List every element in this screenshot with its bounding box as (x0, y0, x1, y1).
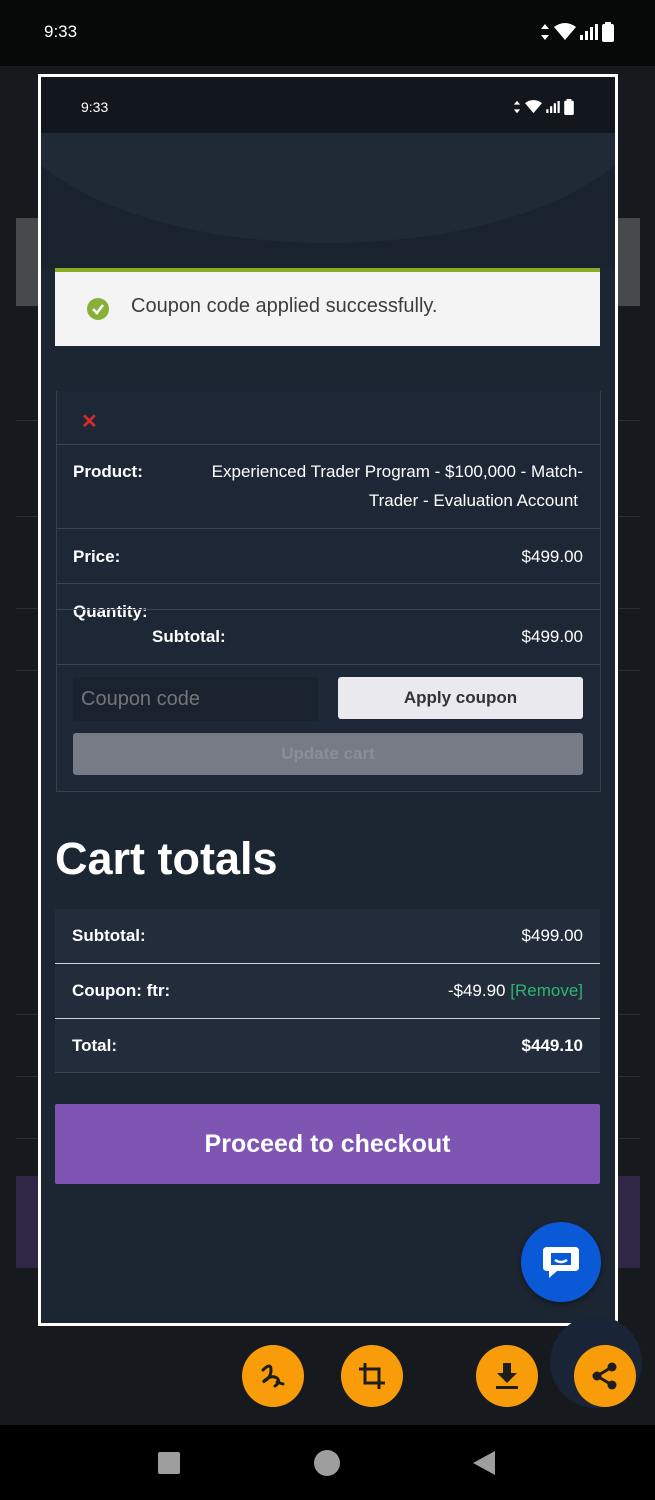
subtotal-value: $499.00 (521, 627, 583, 646)
row-divider (57, 609, 600, 610)
recents-icon[interactable] (158, 1452, 180, 1474)
cart-totals-title: Cart totals (55, 833, 278, 884)
data-arrows-icon (541, 24, 549, 40)
product-name-line2[interactable]: Trader - Evaluation Account (157, 491, 578, 511)
coupon-code-input[interactable] (73, 677, 318, 721)
back-icon[interactable] (471, 1449, 497, 1477)
signal-icon (580, 24, 598, 40)
hero-decoration (41, 133, 615, 243)
data-arrows-icon (513, 100, 521, 114)
wifi-icon (525, 100, 542, 114)
share-icon[interactable] (574, 1345, 636, 1407)
subtotal-label: Subtotal: (152, 627, 226, 646)
wifi-icon (554, 23, 576, 40)
coupon-label: Coupon: ftr: (72, 981, 171, 1000)
battery-icon (564, 99, 574, 115)
success-notice: Coupon code applied successfully. (55, 268, 600, 346)
quantity-label: Quantity: (73, 602, 148, 621)
proceed-to-checkout-button[interactable]: Proceed to checkout (55, 1104, 600, 1184)
home-icon[interactable] (314, 1450, 340, 1476)
signal-icon (546, 101, 560, 113)
inner-time: 9:33 (81, 99, 109, 115)
coupon-discount-value: -$49.90 (447, 981, 506, 1000)
inner-status-icons (513, 99, 574, 115)
product-name-line1[interactable]: Experienced Trader Program - $100,000 - … (157, 462, 583, 482)
price-label: Price: (73, 547, 121, 566)
scribble-icon[interactable] (242, 1345, 304, 1407)
row-divider (55, 1018, 600, 1019)
totals-subtotal-value: $499.00 (521, 926, 583, 945)
battery-icon (602, 22, 614, 42)
download-icon[interactable] (476, 1345, 538, 1407)
remove-coupon-link[interactable]: [Remove] (510, 981, 583, 1000)
inner-status-bar: 9:33 (41, 77, 615, 133)
system-status-icons (540, 22, 614, 42)
row-divider (57, 444, 600, 445)
update-cart-button[interactable]: Update cart (73, 733, 583, 775)
row-divider (57, 528, 600, 529)
apply-coupon-button[interactable]: Apply coupon (338, 677, 583, 719)
price-value: $499.00 (521, 547, 583, 566)
product-label: Product: (73, 462, 143, 481)
row-divider (55, 963, 600, 964)
total-label: Total: (72, 1036, 118, 1055)
cart-table: ✕ Product: Experienced Trader Program - … (56, 391, 601, 792)
check-circle-icon (87, 298, 109, 320)
navigation-bar (0, 1425, 655, 1500)
row-divider (57, 583, 600, 584)
notice-text: Coupon code applied successfully. (131, 295, 438, 317)
row-divider (55, 1072, 600, 1073)
page-hero (41, 133, 615, 268)
screenshot-preview: 9:33 Coupon code applied successfully. ✕… (38, 74, 618, 1326)
coupon-amount-group: -$49.90 [Remove] (448, 981, 583, 1001)
row-divider (57, 664, 600, 665)
system-status-bar: 9:33 (0, 0, 655, 66)
crop-icon[interactable] (341, 1345, 403, 1407)
cart-totals-table: Subtotal: $499.00 Coupon: ftr: -$49.90 [… (55, 909, 600, 1073)
system-time: 9:33 (44, 22, 78, 41)
totals-subtotal-label: Subtotal: (72, 926, 146, 945)
close-icon[interactable]: ✕ (81, 409, 98, 434)
total-value: $449.10 (521, 1036, 583, 1055)
chat-bubble-icon[interactable] (521, 1222, 601, 1302)
